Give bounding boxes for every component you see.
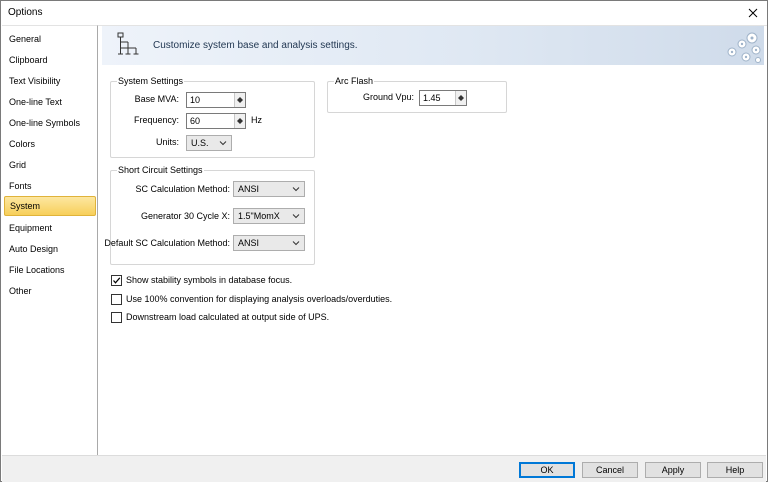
downstream-load-checkbox[interactable] <box>111 311 122 323</box>
ground-vpu-label: Ground Vpu: <box>362 92 414 102</box>
checkmark-icon <box>113 276 121 284</box>
spin-up-icon[interactable] <box>235 114 245 121</box>
chevron-down-icon <box>292 187 300 192</box>
frequency-value: 60 <box>190 116 201 126</box>
title-bar: Options <box>1 1 767 25</box>
base-mva-label: Base MVA: <box>134 94 179 104</box>
gears-icon <box>727 32 761 63</box>
sidebar-item-file-locations[interactable]: File Locations <box>4 260 96 280</box>
short-circuit-settings-group: Short Circuit Settings SC Calculation Me… <box>104 165 315 265</box>
base-mva-stepper[interactable]: 10 <box>186 92 246 108</box>
show-stability-symbols-row[interactable]: Show stability symbols in database focus… <box>111 273 292 287</box>
frequency-stepper[interactable]: 60 <box>186 113 246 129</box>
sidebar: General Clipboard Text Visibility One-li… <box>2 25 98 455</box>
show-stability-symbols-label: Show stability symbols in database focus… <box>126 275 293 285</box>
spin-down-icon[interactable] <box>456 98 466 105</box>
close-icon <box>748 8 758 18</box>
default-sc-method-dropdown[interactable]: ANSI <box>233 235 305 251</box>
sidebar-item-one-line-text[interactable]: One-line Text <box>4 92 96 112</box>
system-settings-group: System Settings Base MVA: 10 Frequency: … <box>110 76 315 158</box>
generator-30-cycle-label: Generator 30 Cycle X: <box>140 211 230 221</box>
ground-vpu-spin-arrows[interactable] <box>455 91 466 105</box>
sidebar-item-one-line-symbols[interactable]: One-line Symbols <box>4 113 96 133</box>
use-100-convention-checkbox[interactable] <box>111 293 122 305</box>
sidebar-item-fonts[interactable]: Fonts <box>4 176 96 196</box>
close-button[interactable] <box>739 1 767 25</box>
arc-flash-legend: Arc Flash <box>334 76 375 86</box>
cancel-button[interactable]: Cancel <box>582 462 638 478</box>
chevron-down-icon <box>292 241 300 246</box>
system-tree-icon <box>117 32 139 55</box>
dialog-footer: OK Cancel Apply Help <box>2 455 766 482</box>
help-button[interactable]: Help <box>707 462 763 478</box>
default-sc-method-label: Default SC Calculation Method: <box>104 238 230 248</box>
base-mva-spin-arrows[interactable] <box>234 93 245 107</box>
window-title: Options <box>8 7 43 18</box>
settings-panel: Customize system base and analysis setti… <box>98 25 767 455</box>
arc-flash-group: Arc Flash Ground Vpu: 1.45 <box>327 76 507 113</box>
generator-30-cycle-dropdown[interactable]: 1.5"MomX <box>233 208 305 224</box>
sidebar-item-clipboard[interactable]: Clipboard <box>4 50 96 70</box>
spin-up-icon[interactable] <box>456 91 466 98</box>
frequency-spin-arrows[interactable] <box>234 114 245 128</box>
sidebar-item-other[interactable]: Other <box>4 281 96 301</box>
sidebar-item-auto-design[interactable]: Auto Design <box>4 239 96 259</box>
units-label: Units: <box>155 137 179 147</box>
banner-description: Customize system base and analysis setti… <box>153 40 358 51</box>
sidebar-item-colors[interactable]: Colors <box>4 134 96 154</box>
ground-vpu-stepper[interactable]: 1.45 <box>419 90 467 106</box>
header-banner: Customize system base and analysis setti… <box>102 26 764 66</box>
downstream-load-label: Downstream load calculated at output sid… <box>126 312 330 322</box>
sc-method-label: SC Calculation Method: <box>135 184 230 194</box>
ok-button[interactable]: OK <box>519 462 575 478</box>
short-circuit-legend: Short Circuit Settings <box>117 165 204 175</box>
base-mva-value: 10 <box>190 95 201 105</box>
sc-method-value: ANSI <box>238 184 260 194</box>
show-stability-symbols-checkbox[interactable] <box>111 274 122 286</box>
apply-button[interactable]: Apply <box>645 462 701 478</box>
sc-method-dropdown[interactable]: ANSI <box>233 181 305 197</box>
chevron-down-icon <box>292 214 300 219</box>
spin-down-icon[interactable] <box>235 121 245 128</box>
sidebar-item-grid[interactable]: Grid <box>4 155 96 175</box>
chevron-down-icon <box>219 141 227 146</box>
units-value: U.S. <box>191 138 209 148</box>
spin-up-icon[interactable] <box>235 93 245 100</box>
units-dropdown[interactable]: U.S. <box>186 135 232 151</box>
generator-30-cycle-value: 1.5"MomX <box>238 211 280 221</box>
spin-down-icon[interactable] <box>235 100 245 107</box>
system-settings-legend: System Settings <box>117 76 185 86</box>
sidebar-item-system[interactable]: System <box>4 196 96 216</box>
use-100-convention-label: Use 100% convention for displaying analy… <box>126 294 393 304</box>
sidebar-item-text-visibility[interactable]: Text Visibility <box>4 71 96 91</box>
ground-vpu-value: 1.45 <box>423 93 441 103</box>
sidebar-item-equipment[interactable]: Equipment <box>4 218 96 238</box>
default-sc-method-value: ANSI <box>238 238 260 248</box>
use-100-convention-row[interactable]: Use 100% convention for displaying analy… <box>111 292 392 306</box>
frequency-label: Frequency: <box>133 115 179 125</box>
frequency-unit: Hz <box>251 115 262 125</box>
downstream-load-row[interactable]: Downstream load calculated at output sid… <box>111 310 329 324</box>
sidebar-item-general[interactable]: General <box>4 29 96 49</box>
